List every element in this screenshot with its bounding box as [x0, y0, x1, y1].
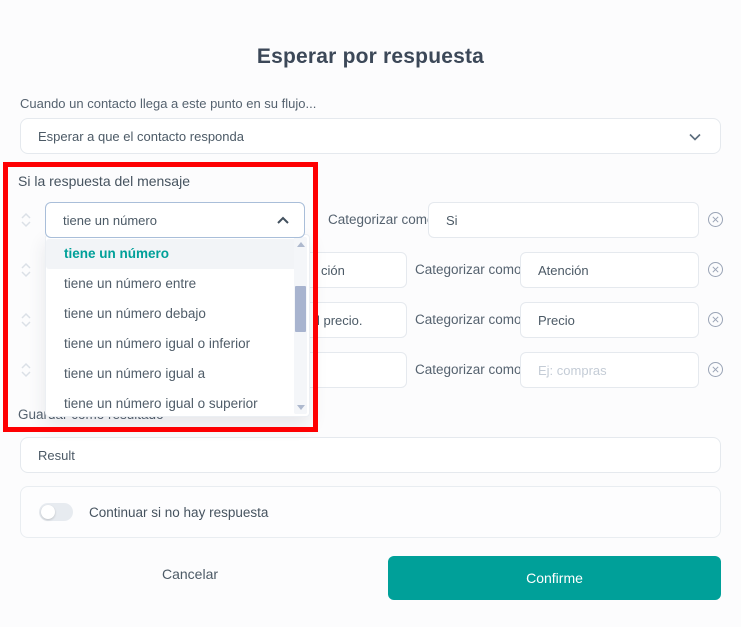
- remove-row-icon[interactable]: [706, 360, 724, 378]
- dropdown-option[interactable]: tiene un número igual a: [46, 359, 297, 389]
- categorize-label: Categorizar como:: [415, 262, 526, 277]
- category-input[interactable]: Precio: [520, 302, 699, 338]
- conditions-section-label: Si la respuesta del mensaje: [18, 173, 190, 189]
- drag-handle-icon[interactable]: [18, 260, 34, 280]
- trigger-label: Cuando un contacto llega a este punto en…: [20, 96, 317, 111]
- category-input[interactable]: Atención: [520, 252, 699, 288]
- dropdown-option[interactable]: tiene un número debajo: [46, 299, 297, 329]
- scroll-down-icon[interactable]: [294, 400, 307, 414]
- scroll-up-icon[interactable]: [294, 237, 307, 251]
- trigger-select[interactable]: Esperar a que el contacto responda: [20, 118, 721, 154]
- result-value: Result: [38, 447, 75, 463]
- remove-row-icon[interactable]: [706, 210, 724, 228]
- result-input[interactable]: Result: [20, 437, 721, 473]
- scrollbar-thumb[interactable]: [295, 286, 306, 332]
- confirm-button[interactable]: Confirme: [388, 556, 721, 600]
- drag-handle-icon[interactable]: [18, 310, 34, 330]
- dropdown-scrollbar[interactable]: [294, 237, 307, 414]
- toggle-label: Continuar si no hay respuesta: [89, 504, 269, 520]
- dropdown-option[interactable]: tiene un número entre: [46, 269, 297, 299]
- chevron-down-icon: [688, 130, 702, 144]
- trigger-select-value: Esperar a que el contacto responda: [38, 128, 244, 144]
- wait-for-response-modal: Esperar por respuesta Cuando un contacto…: [0, 0, 741, 627]
- condition-select-open[interactable]: tiene un número: [45, 202, 305, 238]
- categorize-label: Categorizar como:: [415, 362, 526, 377]
- dropdown-option[interactable]: tiene un número igual o inferior: [46, 329, 297, 359]
- category-placeholder: Ej: compras: [538, 362, 607, 378]
- remove-row-icon[interactable]: [706, 310, 724, 328]
- category-input[interactable]: Si: [428, 202, 699, 238]
- drag-handle-icon[interactable]: [18, 360, 34, 380]
- dropdown-option[interactable]: tiene un número: [46, 239, 297, 269]
- page-title: Esperar por respuesta: [256, 45, 485, 68]
- category-value: Atención: [538, 262, 589, 278]
- toggle-knob: [41, 505, 55, 519]
- no-reply-card: Continuar si no hay respuesta: [20, 486, 721, 538]
- cancel-button[interactable]: Cancelar: [140, 566, 240, 590]
- categorize-label: Categorizar como:: [415, 312, 526, 327]
- category-value: Si: [446, 212, 458, 228]
- condition-dropdown-menu: tiene un número tiene un número entre ti…: [45, 234, 310, 417]
- drag-handle-icon[interactable]: [18, 210, 34, 230]
- chevron-up-icon: [276, 215, 290, 227]
- category-input[interactable]: Ej: compras: [520, 352, 699, 388]
- remove-row-icon[interactable]: [706, 260, 724, 278]
- categorize-label: Categorizar como:: [328, 212, 439, 227]
- continue-toggle[interactable]: [39, 503, 73, 521]
- category-value: Precio: [538, 312, 575, 328]
- condition-select-value: tiene un número: [63, 212, 157, 228]
- dropdown-option[interactable]: tiene un número igual o superior: [46, 389, 297, 416]
